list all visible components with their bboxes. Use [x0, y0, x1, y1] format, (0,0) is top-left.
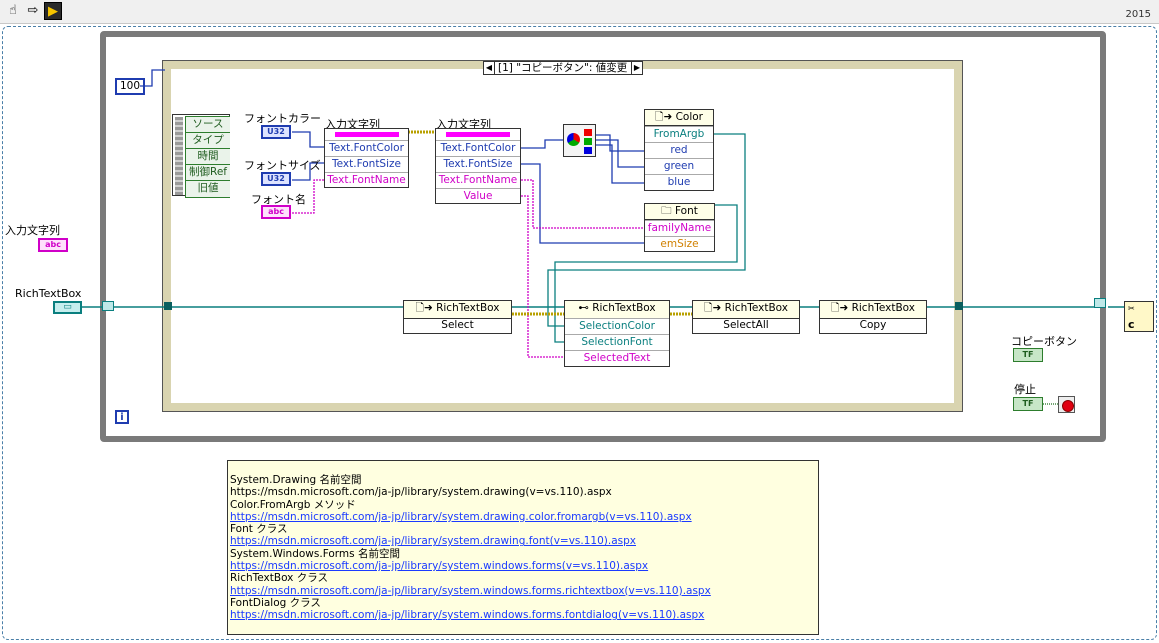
close-ref-glyph: c [1128, 318, 1135, 331]
comment-line: RichTextBox クラス [230, 572, 329, 585]
stop-terminal[interactable]: TF [1013, 397, 1043, 411]
comment-line: Color.FromArgb メソッド [230, 498, 356, 511]
color-constructor-node[interactable]: 🗋➜ Color FromArgb red green blue [644, 109, 714, 191]
color-fromargb[interactable]: FromArgb [645, 126, 713, 143]
color-red[interactable]: red [645, 142, 713, 159]
copy-method-label: Copy [859, 319, 887, 331]
input-string-label: 入力文字列 [5, 224, 60, 237]
input-string-terminal[interactable]: abc [38, 238, 68, 252]
comment-line: Font クラス [230, 523, 288, 536]
font-constructor-node[interactable]: 🗀 Font familyName emSize [644, 203, 715, 252]
event-input-tunnel [164, 302, 172, 310]
select-method-node[interactable]: 🗋➜ RichTextBox Select [403, 300, 512, 334]
selectall-node-head: 🗋➜ RichTextBox [693, 301, 799, 319]
event-output-tunnel [955, 302, 963, 310]
read-fontcolor[interactable]: Text.FontColor [436, 140, 520, 157]
copy-node-head: 🗋➜ RichTextBox [820, 301, 926, 319]
font-size-label: フォントサイズ [244, 159, 321, 172]
selection-color[interactable]: SelectionColor [565, 318, 669, 335]
loop-output-tunnel [1094, 298, 1106, 308]
loop-input-tunnel [102, 301, 114, 311]
selected-text[interactable]: SelectedText [565, 350, 669, 367]
comment-line: System.Drawing 名前空間 [230, 474, 362, 486]
selectall-method-node[interactable]: 🗋➜ RichTextBox SelectAll [692, 300, 800, 334]
comment-line: FontDialog クラス [230, 596, 321, 609]
comment-line: https://msdn.microsoft.com/ja-jp/library… [230, 486, 612, 499]
write-property-node[interactable]: Text.FontColor Text.FontSize Text.FontNa… [324, 128, 409, 188]
select-node-head: 🗋➜ RichTextBox [404, 301, 511, 319]
select-method-label: Select [441, 319, 474, 331]
comment-link[interactable]: https://msdn.microsoft.com/ja-jp/library… [230, 609, 818, 621]
comment-link[interactable]: https://msdn.microsoft.com/ja-jp/library… [230, 560, 818, 572]
color-green[interactable]: green [645, 158, 713, 175]
copy-method-node[interactable]: 🗋➜ RichTextBox Copy [819, 300, 927, 334]
close-ref-icon: ✂ [1128, 304, 1135, 313]
stop-label: 停止 [1014, 383, 1036, 396]
font-name-terminal[interactable]: abc [261, 205, 291, 219]
comment-line: System.Windows.Forms 名前空間 [230, 547, 400, 560]
comment-link[interactable]: https://msdn.microsoft.com/ja-jp/library… [230, 535, 818, 547]
read-fontname[interactable]: Text.FontName [436, 172, 520, 189]
comment-box: System.Drawing 名前空間 https://msdn.microsof… [227, 460, 819, 635]
font-node-head: 🗀 Font [645, 204, 714, 220]
selection-font[interactable]: SelectionFont [565, 334, 669, 351]
write-fontname[interactable]: Text.FontName [325, 172, 408, 189]
color-blue[interactable]: blue [645, 174, 713, 191]
loop-stop-condition[interactable] [1058, 396, 1075, 413]
read-property-node[interactable]: Text.FontColor Text.FontSize Text.FontNa… [435, 128, 521, 204]
font-familyname[interactable]: familyName [645, 220, 714, 237]
richtextbox-refnum-icon[interactable]: ▭ [53, 301, 82, 314]
font-size-terminal[interactable]: U32 [261, 172, 291, 186]
write-fontsize[interactable]: Text.FontSize [325, 156, 408, 173]
close-reference-node[interactable]: ✂ c [1124, 301, 1154, 332]
write-fontcolor[interactable]: Text.FontColor [325, 140, 408, 157]
selection-property-node[interactable]: ⊷ RichTextBox SelectionColor SelectionFo… [564, 300, 670, 367]
richtextbox-label: RichTextBox [15, 287, 82, 300]
copy-button-label: コピーボタン [1011, 335, 1077, 348]
copy-button-terminal[interactable]: TF [1013, 348, 1043, 362]
font-color-terminal[interactable]: U32 [261, 125, 291, 139]
read-fontsize[interactable]: Text.FontSize [436, 156, 520, 173]
selection-node-head: ⊷ RichTextBox [565, 301, 669, 319]
selectall-method-label: SelectAll [723, 319, 769, 331]
font-emsize[interactable]: emSize [645, 236, 714, 253]
comment-link[interactable]: https://msdn.microsoft.com/ja-jp/library… [230, 511, 818, 523]
color-to-rgb-icon[interactable] [563, 124, 596, 157]
read-value[interactable]: Value [436, 188, 520, 205]
comment-link[interactable]: https://msdn.microsoft.com/ja-jp/library… [230, 585, 818, 597]
color-node-head: 🗋➜ Color [645, 110, 713, 126]
font-color-label: フォントカラー [244, 112, 321, 125]
